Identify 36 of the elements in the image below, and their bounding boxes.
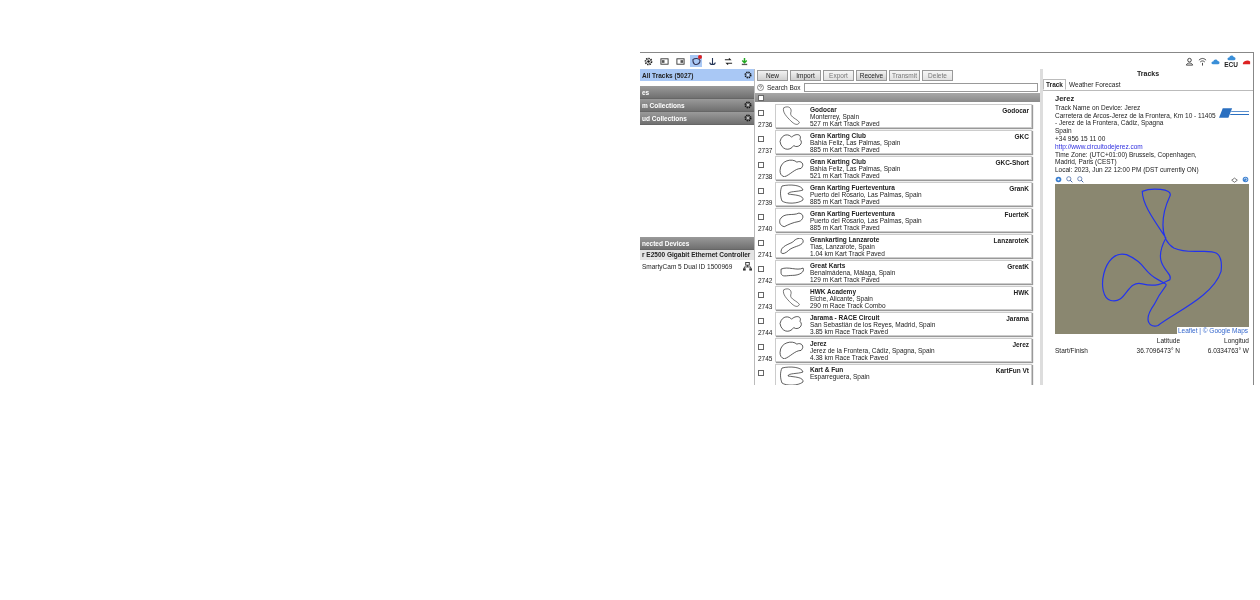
gear-icon[interactable]: [744, 114, 752, 122]
row-checkbox[interactable]: [758, 292, 764, 298]
row-checkbox[interactable]: [758, 240, 764, 246]
download-icon[interactable]: [739, 56, 749, 66]
row-checkbox[interactable]: [758, 266, 764, 272]
gear-icon[interactable]: [744, 71, 752, 79]
track-outline-drawing: [779, 212, 805, 228]
row-checkbox[interactable]: [758, 370, 764, 376]
network-icon: [743, 262, 752, 271]
row-checkbox[interactable]: [758, 318, 764, 324]
user-icon[interactable]: [1185, 56, 1195, 66]
row-checkbox[interactable]: [758, 162, 764, 168]
track-icon[interactable]: [691, 56, 701, 66]
row-checkbox[interactable]: [758, 188, 764, 194]
gear-icon[interactable]: [744, 101, 752, 109]
refresh-icon[interactable]: [1242, 176, 1249, 183]
row-checkbox[interactable]: [758, 110, 764, 116]
circuit-logo: [1219, 108, 1249, 118]
center-icon[interactable]: [1055, 176, 1062, 183]
help-icon[interactable]: [757, 84, 764, 91]
row-checkbox[interactable]: [758, 136, 764, 142]
anchor-icon[interactable]: [707, 56, 717, 66]
search-field[interactable]: [803, 83, 1038, 92]
layers-icon[interactable]: [1231, 176, 1238, 183]
image-card-icon[interactable]: [675, 56, 685, 66]
sync-arrows-icon[interactable]: [723, 56, 733, 66]
wifi-icon[interactable]: [1198, 56, 1208, 66]
id-card-icon[interactable]: [659, 56, 669, 66]
row-checkbox[interactable]: [758, 344, 764, 350]
zoom-out-icon[interactable]: [1077, 176, 1084, 183]
select-all-checkbox[interactable]: [758, 94, 764, 101]
track-outline-drawing: [779, 267, 805, 277]
row-checkbox[interactable]: [758, 214, 764, 220]
gear-icon[interactable]: [643, 56, 653, 66]
zoom-in-icon[interactable]: [1066, 176, 1073, 183]
track-outline-drawing: [779, 237, 805, 255]
